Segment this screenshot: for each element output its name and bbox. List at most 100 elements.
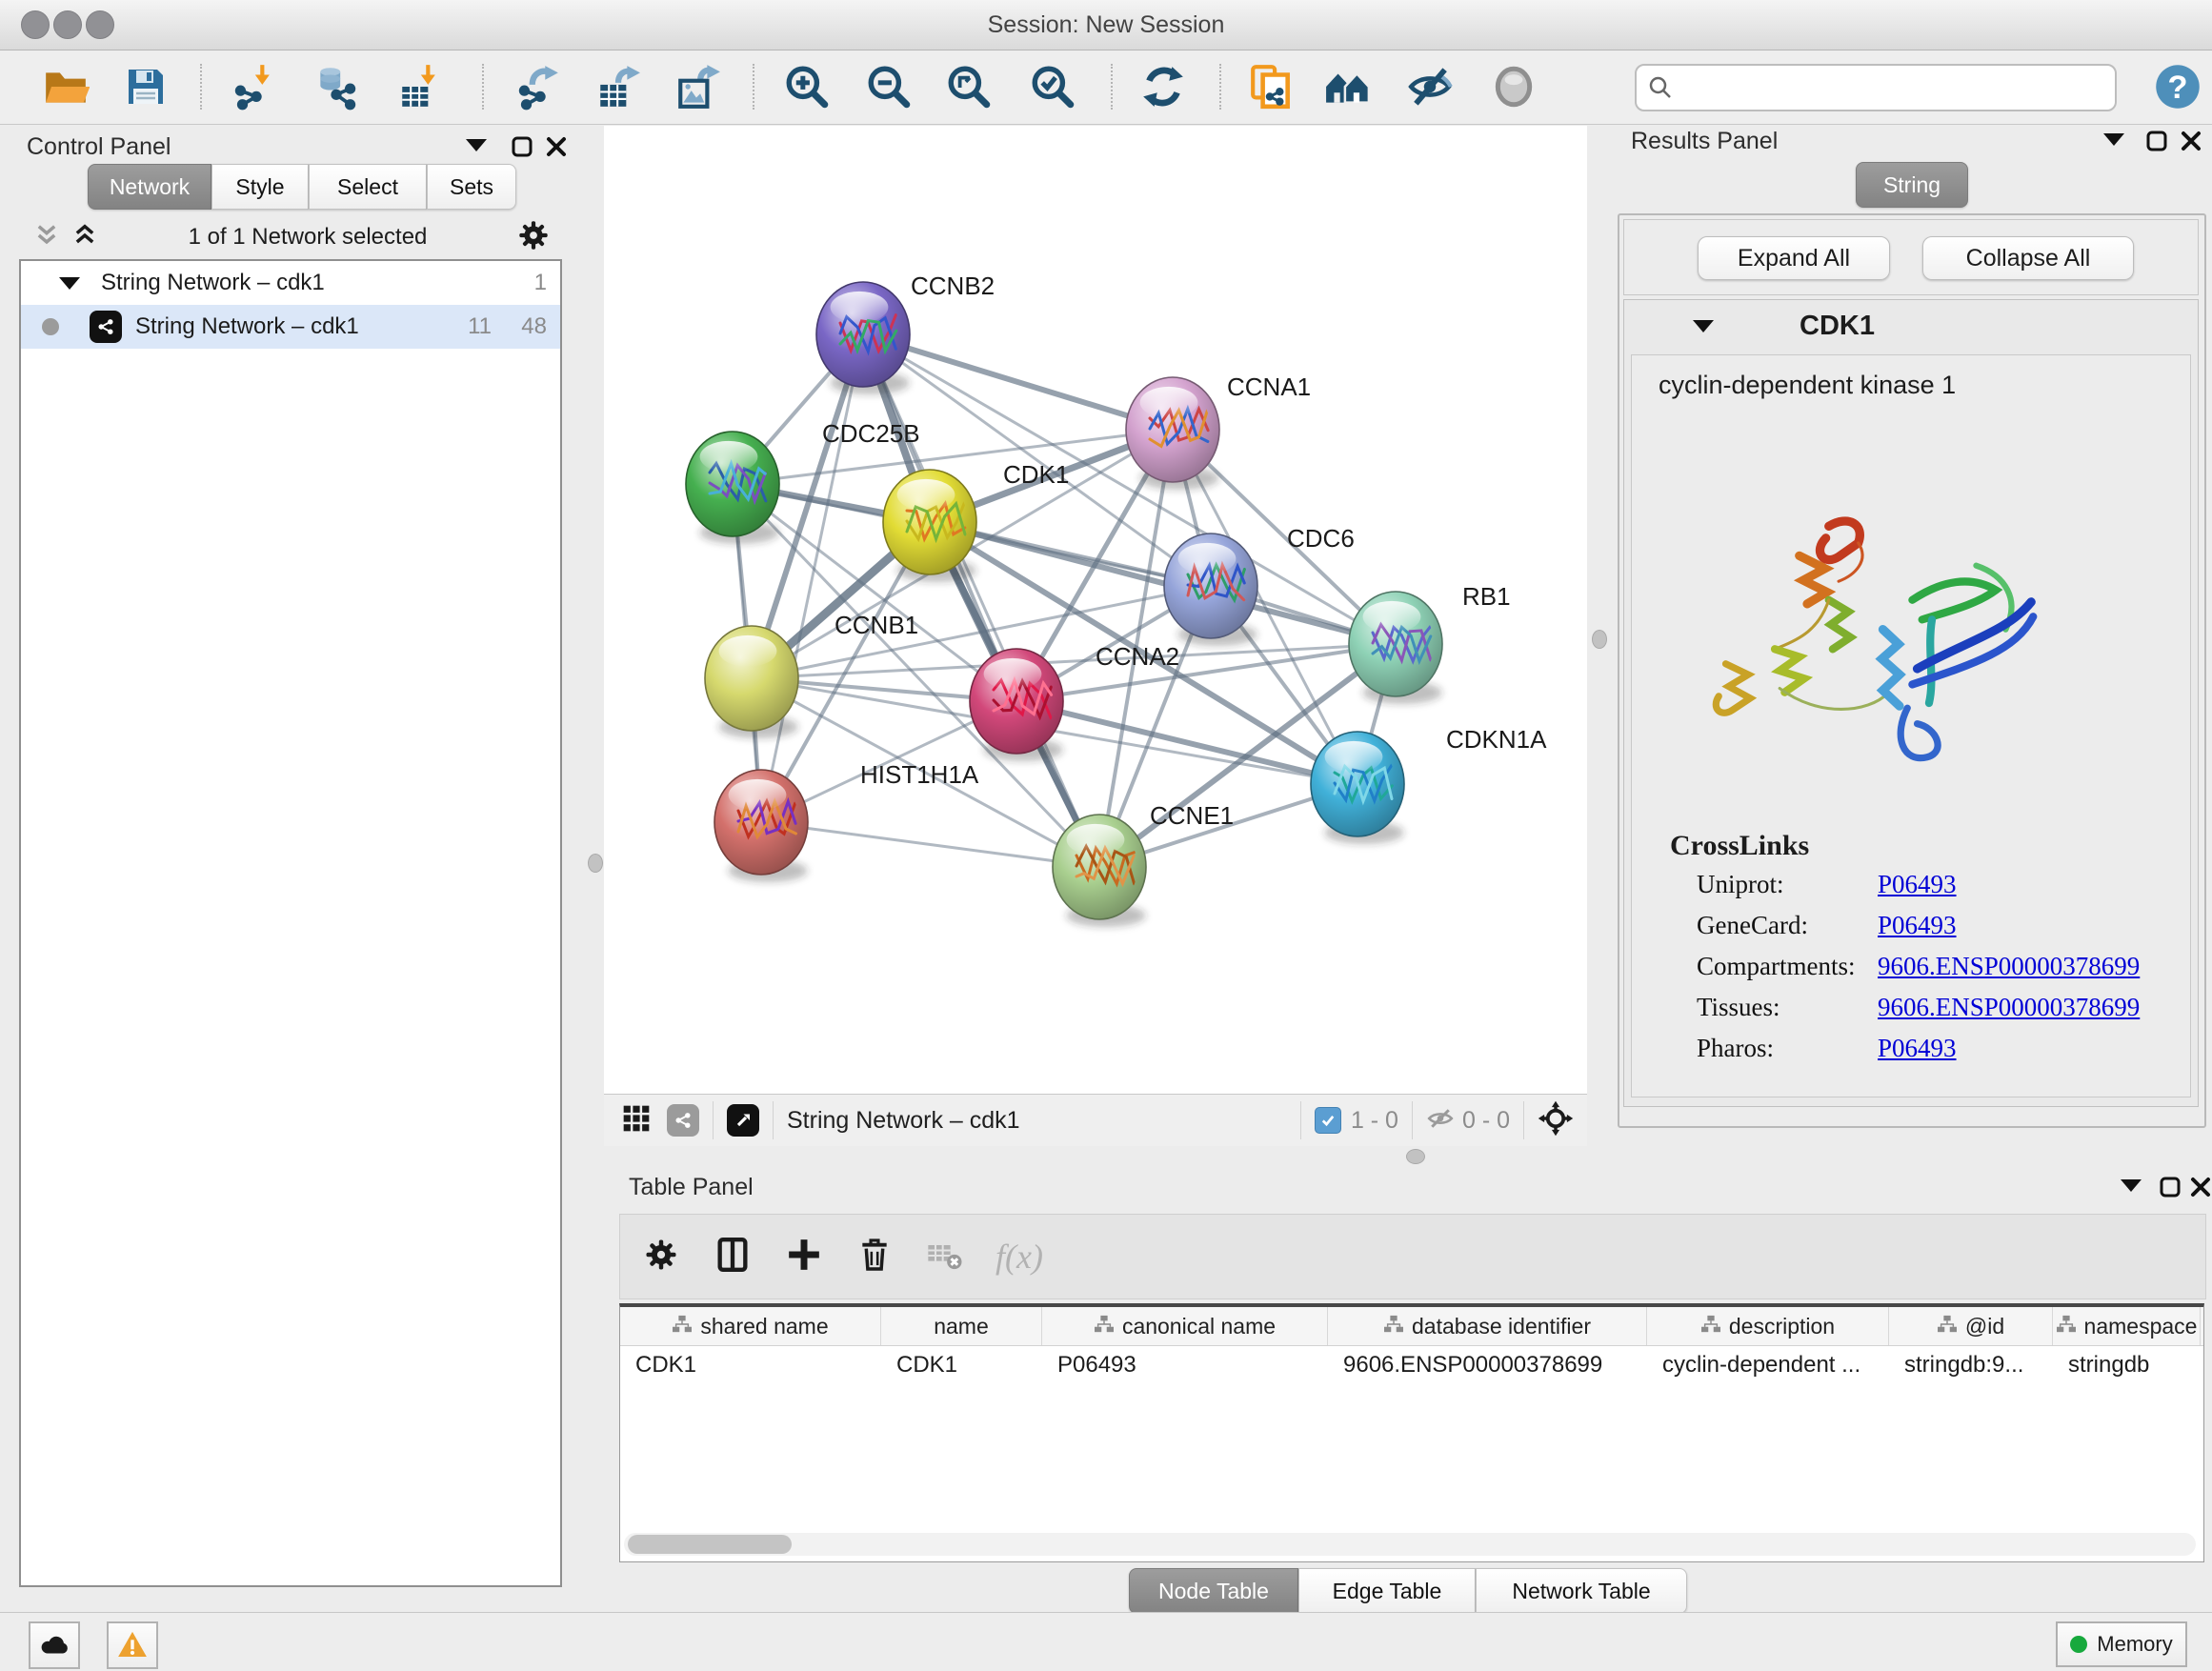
scrollbar-thumb[interactable] xyxy=(628,1535,792,1554)
zoom-out-button[interactable] xyxy=(862,60,915,113)
hide-selected-button[interactable] xyxy=(1403,60,1457,113)
export-image-button[interactable] xyxy=(672,60,725,113)
crosslink-genecard-link[interactable]: P06493 xyxy=(1878,911,2190,940)
network-canvas[interactable]: CCNB2CCNA1CDC25BCDK1CDC6RB1CCNB1CCNA2CDK… xyxy=(604,126,1587,1094)
network-edge[interactable] xyxy=(761,822,1099,867)
warning-icon xyxy=(116,1629,149,1661)
import-table-button[interactable] xyxy=(393,60,447,113)
crosslink-uniprot-link[interactable]: P06493 xyxy=(1878,870,2190,899)
results-panel-close-icon[interactable] xyxy=(2180,130,2202,157)
memory-button[interactable]: Memory xyxy=(2056,1621,2187,1667)
pan-mode-icon[interactable] xyxy=(1538,1100,1574,1141)
refresh-layout-button[interactable] xyxy=(1136,60,1190,113)
column-header-namespace[interactable]: namespace xyxy=(2053,1307,2201,1345)
network-node-cdk1[interactable]: CDK1 xyxy=(883,460,1069,582)
crosslink-pharos-link[interactable]: P06493 xyxy=(1878,1034,2190,1063)
collection-count: 1 xyxy=(534,270,547,296)
right-splitter-handle[interactable] xyxy=(1592,630,1607,649)
memory-label: Memory xyxy=(2097,1632,2172,1657)
horizontal-splitter-handle[interactable] xyxy=(1406,1149,1425,1164)
network-edge[interactable] xyxy=(863,334,1173,430)
cloud-status-button[interactable] xyxy=(29,1621,80,1669)
network-node-ccnb2[interactable]: CCNB2 xyxy=(816,272,995,394)
tab-style[interactable]: Style xyxy=(211,164,309,210)
table-panel-float-icon[interactable] xyxy=(2159,1176,2182,1203)
column-header-name[interactable]: name xyxy=(881,1307,1042,1345)
column-header--id[interactable]: @id xyxy=(1889,1307,2053,1345)
network-node-ccne1[interactable]: CCNE1 xyxy=(1053,801,1234,927)
column-header-canonical-name[interactable]: canonical name xyxy=(1042,1307,1328,1345)
save-session-button[interactable] xyxy=(119,60,172,113)
expand-all-button[interactable]: Expand All xyxy=(1698,236,1890,280)
network-share-view-icon[interactable] xyxy=(667,1104,699,1137)
tab-select[interactable]: Select xyxy=(309,164,427,210)
column-header-description[interactable]: description xyxy=(1647,1307,1889,1345)
eye-slash-icon xyxy=(1406,63,1454,111)
horizontal-scrollbar[interactable] xyxy=(624,1533,2196,1556)
network-edge[interactable] xyxy=(761,334,863,822)
selected-checkbox[interactable] xyxy=(1315,1107,1341,1134)
export-table-button[interactable] xyxy=(592,60,645,113)
control-panel-close-icon[interactable] xyxy=(545,135,568,163)
network-node-hist1h1a[interactable]: HIST1H1A xyxy=(714,760,979,882)
network-options-gear-icon[interactable] xyxy=(516,218,551,257)
control-panel-menu-icon[interactable] xyxy=(466,139,487,156)
export-network-button[interactable] xyxy=(512,60,565,113)
tab-node-table[interactable]: Node Table xyxy=(1129,1568,1298,1614)
tab-network-table[interactable]: Network Table xyxy=(1476,1568,1687,1614)
tab-string[interactable]: String xyxy=(1856,162,1968,208)
expand-all-networks-icon[interactable] xyxy=(70,222,99,253)
control-panel-float-icon[interactable] xyxy=(511,135,533,163)
zoom-in-button[interactable] xyxy=(780,60,834,113)
import-network-button[interactable] xyxy=(228,60,281,113)
crosslink-tissues-link[interactable]: 9606.ENSP00000378699 xyxy=(1878,993,2190,1022)
results-panel-menu-icon[interactable] xyxy=(2103,133,2124,151)
create-column-icon[interactable] xyxy=(786,1237,822,1278)
grid-view-icon[interactable] xyxy=(621,1103,652,1138)
birdseye-view-icon[interactable] xyxy=(727,1104,759,1137)
left-splitter-handle[interactable] xyxy=(588,854,603,873)
crosslink-label: GeneCard: xyxy=(1697,911,1878,940)
gene-expander-icon[interactable] xyxy=(1693,320,1714,332)
tab-sets[interactable]: Sets xyxy=(427,164,516,210)
control-panel-title: Control Panel xyxy=(27,133,171,161)
network-node-rb1[interactable]: RB1 xyxy=(1349,582,1511,704)
network-collection-row[interactable]: String Network – cdk1 1 xyxy=(21,261,560,305)
hierarchy-icon xyxy=(1700,1314,1721,1339)
column-header-shared-name[interactable]: shared name xyxy=(620,1307,881,1345)
export-table-icon xyxy=(594,63,642,111)
table-panel-title: Table Panel xyxy=(629,1174,754,1201)
search-field[interactable] xyxy=(1635,64,2117,111)
gene-entry-header[interactable]: CDK1 xyxy=(1624,300,2198,352)
zoom-fit-button[interactable] xyxy=(942,60,995,113)
results-panel-float-icon[interactable] xyxy=(2145,130,2168,157)
show-all-button[interactable] xyxy=(1487,60,1540,113)
zoom-selected-button[interactable] xyxy=(1026,60,1079,113)
network-row[interactable]: String Network – cdk1 11 48 xyxy=(21,305,560,349)
help-button[interactable]: ? xyxy=(2151,60,2204,113)
table-row[interactable]: CDK1CDK1P064939606.ENSP00000378699cyclin… xyxy=(620,1346,2203,1384)
tab-network[interactable]: Network xyxy=(88,164,211,210)
annotations-button[interactable] xyxy=(1245,60,1298,113)
delete-column-trash-icon[interactable] xyxy=(856,1237,893,1278)
collapse-all-button[interactable]: Collapse All xyxy=(1922,236,2134,280)
table-cell: stringdb xyxy=(2053,1352,2201,1379)
network-graph[interactable]: CCNB2CCNA1CDC25BCDK1CDC6RB1CCNB1CCNA2CDK… xyxy=(604,126,1587,1094)
collapse-all-networks-icon[interactable] xyxy=(32,222,61,253)
tab-edge-table[interactable]: Edge Table xyxy=(1298,1568,1476,1614)
collection-expander-icon[interactable] xyxy=(59,277,80,290)
first-neighbors-button[interactable] xyxy=(1321,60,1375,113)
column-header-database-identifier[interactable]: database identifier xyxy=(1328,1307,1647,1345)
crosslink-compartments-link[interactable]: 9606.ENSP00000378699 xyxy=(1878,952,2190,981)
crosslink-label: Uniprot: xyxy=(1697,870,1878,899)
show-columns-icon[interactable] xyxy=(714,1236,752,1278)
function-builder-button[interactable]: f(x) xyxy=(995,1237,1043,1277)
warnings-button[interactable] xyxy=(107,1621,158,1669)
search-input[interactable] xyxy=(1675,73,2088,102)
table-panel-menu-icon[interactable] xyxy=(2121,1179,2142,1197)
network-node-cdkn1a[interactable]: CDKN1A xyxy=(1311,725,1547,844)
import-network-from-database-button[interactable] xyxy=(310,60,363,113)
table-settings-gear-icon[interactable] xyxy=(643,1237,679,1278)
table-panel-close-icon[interactable] xyxy=(2189,1176,2212,1203)
open-session-button[interactable] xyxy=(39,60,92,113)
